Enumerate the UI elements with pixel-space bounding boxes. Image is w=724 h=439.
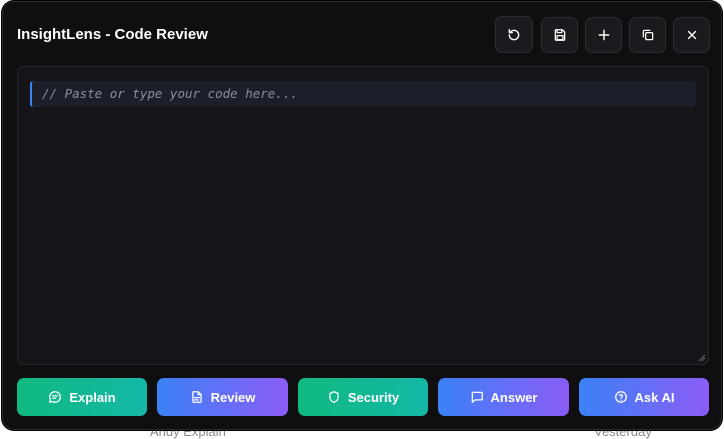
close-button[interactable] [673,17,710,53]
explain-button[interactable]: Explain [17,378,147,416]
code-input-placeholder[interactable]: // Paste or type your code here... [30,81,696,107]
code-editor[interactable]: // Paste or type your code here... [17,66,709,365]
ask-ai-button-label: Ask AI [634,389,675,405]
shield-icon [329,391,339,403]
refresh-button[interactable] [495,16,533,53]
close-icon [687,30,696,40]
plus-icon [598,29,609,41]
ask-ai-button[interactable]: Ask AI [579,378,709,416]
document-icon [191,391,202,403]
add-button[interactable] [585,17,622,53]
copy-button[interactable] [629,17,666,53]
explain-button-label: Explain [69,389,116,405]
resize-grip-icon[interactable] [698,354,706,362]
copy-icon [642,29,653,41]
save-button[interactable] [541,17,578,53]
window-title: InsightLens - Code Review [17,26,208,43]
chat-bubble-icon [49,391,62,403]
review-button-label: Review [210,389,256,405]
security-button[interactable]: Security [298,378,428,416]
review-button[interactable]: Review [157,378,288,416]
security-button-label: Security [347,389,400,405]
answer-button-label: Answer [490,389,538,405]
message-square-icon [471,391,483,403]
refresh-icon [508,28,520,40]
answer-button[interactable]: Answer [438,378,569,416]
help-circle-icon [614,391,627,403]
code-review-window: InsightLens - Code Review // Paste or ty… [2,1,722,430]
save-icon [554,29,565,41]
